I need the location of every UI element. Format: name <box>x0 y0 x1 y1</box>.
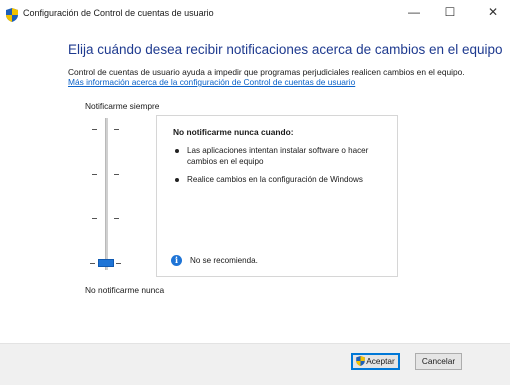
window-title: Configuración de Control de cuentas de u… <box>23 8 214 18</box>
page-heading: Elija cuándo desea recibir notificacione… <box>68 42 503 57</box>
uac-settings-window: Configuración de Control de cuentas de u… <box>0 0 510 385</box>
list-item: Realice cambios en la configuración de W… <box>173 175 388 186</box>
slider-tick <box>92 174 97 175</box>
notification-level-slider[interactable] <box>88 118 128 270</box>
bullet-list: Las aplicaciones intentan instalar softw… <box>173 146 388 194</box>
accept-button-label: Aceptar <box>366 356 395 366</box>
list-item: Las aplicaciones intentan instalar softw… <box>173 146 388 167</box>
more-info-link[interactable]: Más información acerca de la configuraci… <box>68 77 355 87</box>
slider-tick <box>114 218 119 219</box>
slider-track[interactable] <box>105 118 108 270</box>
info-icon: i <box>171 255 182 266</box>
recommendation-note: No se recomienda. <box>190 256 258 265</box>
uac-shield-icon <box>6 8 18 22</box>
slider-tick <box>114 174 119 175</box>
title-bar: Configuración de Control de cuentas de u… <box>0 0 510 30</box>
slider-tick <box>114 129 119 130</box>
panel-title: No notificarme nunca cuando: <box>173 127 294 137</box>
slider-tick <box>92 129 97 130</box>
uac-shield-icon <box>356 356 365 366</box>
slider-tick <box>92 218 97 219</box>
close-button[interactable]: ✕ <box>475 0 510 24</box>
slider-tick <box>116 263 121 264</box>
slider-thumb[interactable] <box>98 259 114 267</box>
slider-tick <box>90 263 95 264</box>
maximize-button[interactable]: ☐ <box>432 0 468 24</box>
slider-top-label: Notificarme siempre <box>85 101 160 111</box>
cancel-button[interactable]: Cancelar <box>415 353 462 370</box>
accept-button[interactable]: Aceptar <box>351 353 400 370</box>
slider-bottom-label: No notificarme nunca <box>85 285 165 295</box>
level-description-panel: No notificarme nunca cuando: Las aplicac… <box>156 115 398 277</box>
description-text: Control de cuentas de usuario ayuda a im… <box>68 67 465 77</box>
minimize-button[interactable]: — <box>396 0 432 24</box>
